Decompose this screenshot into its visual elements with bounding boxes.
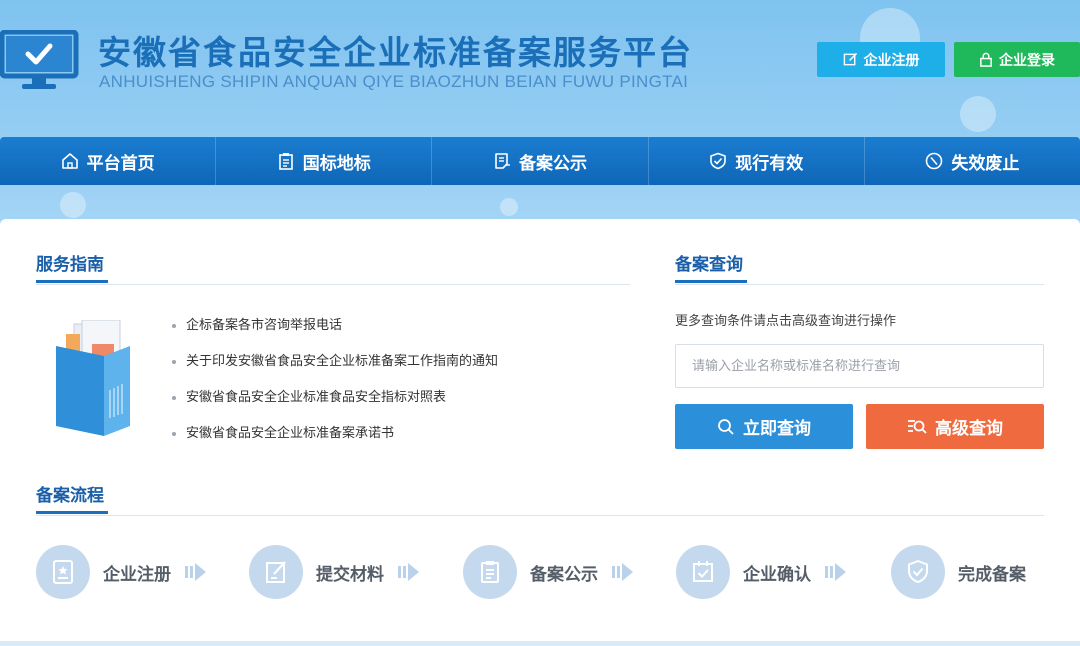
nav-item-label: 备案公示 — [519, 153, 587, 174]
clipboard-icon — [278, 153, 293, 170]
process-steps: 企业注册 提交材料 备案公示 企业确认 完成备案 — [36, 544, 1046, 600]
shield-check-icon — [908, 560, 928, 583]
filing-process-title: 备案流程 — [36, 481, 108, 514]
nav-item-home[interactable]: 平台首页 — [0, 137, 217, 185]
login-button[interactable]: 企业登录 — [954, 42, 1080, 77]
home-icon — [61, 153, 78, 169]
nav-item-filing-notice[interactable]: 备案公示 — [432, 137, 649, 185]
login-button-label: 企业登录 — [999, 52, 1055, 69]
step-arrow-icon — [612, 563, 633, 581]
search-now-button[interactable]: 立即查询 — [675, 404, 853, 449]
main-nav: 平台首页 国标地标 备案公示 现行有效 失效废止 — [0, 137, 1080, 185]
document-icon — [495, 153, 510, 169]
step-label: 备案公示 — [530, 564, 598, 585]
site-title-pinyin: ANHUISHENG SHIPIN ANQUAN QIYE BIAOZHUN B… — [99, 72, 689, 91]
filing-process-divider — [36, 515, 1044, 516]
step-icon-circle — [676, 545, 730, 599]
step-arrow-icon — [398, 563, 419, 581]
nav-item-label: 国标地标 — [302, 153, 371, 174]
step-label: 完成备案 — [958, 564, 1026, 585]
background-bokeh — [60, 192, 86, 218]
guide-link[interactable]: 安徽省食品安全企业标准食品安全指标对照表 — [172, 388, 498, 424]
advanced-search-icon — [908, 419, 927, 434]
nav-item-invalid-repealed[interactable]: 失效废止 — [865, 137, 1080, 185]
site-title: 安徽省食品安全企业标准备案服务平台 — [98, 33, 693, 72]
background-bokeh — [500, 198, 518, 216]
filing-query-title: 备案查询 — [675, 250, 747, 283]
query-hint-text: 更多查询条件请点击高级查询进行操作 — [675, 314, 897, 329]
register-button-label: 企业注册 — [863, 52, 920, 69]
step-icon-circle — [891, 545, 945, 599]
list-document-icon — [481, 561, 499, 583]
id-badge-icon — [53, 560, 73, 584]
step-icon-circle — [463, 545, 517, 599]
step-label: 提交材料 — [316, 564, 384, 585]
step-icon-circle — [249, 545, 303, 599]
shield-check-icon — [710, 152, 727, 170]
guide-link[interactable]: 企标备案各市咨询举报电话 — [172, 316, 498, 352]
step-arrow-icon — [825, 563, 846, 581]
monitor-check-logo-icon — [0, 30, 79, 89]
process-step-submit: 提交材料 — [249, 544, 419, 600]
calendar-check-icon — [693, 561, 713, 582]
search-icon — [718, 418, 734, 435]
nav-item-label: 平台首页 — [86, 153, 155, 174]
process-step-publicity: 备案公示 — [463, 544, 633, 600]
service-guide-title: 服务指南 — [36, 250, 108, 283]
search-input[interactable] — [675, 344, 1044, 388]
register-button[interactable]: 企业注册 — [817, 42, 945, 77]
process-step-confirm: 企业确认 — [676, 544, 846, 600]
guide-link[interactable]: 关于印发安徽省食品安全企业标准备案工作指南的通知 — [172, 352, 498, 388]
nav-item-label: 失效废止 — [951, 153, 1020, 174]
service-guide-list: 企标备案各市咨询举报电话 关于印发安徽省食品安全企业标准备案工作指南的通知 安徽… — [172, 316, 498, 460]
ban-icon — [926, 152, 943, 170]
step-label: 企业注册 — [103, 564, 171, 585]
process-step-complete: 完成备案 — [891, 544, 1026, 600]
lock-icon — [980, 52, 992, 67]
nav-item-currently-valid[interactable]: 现行有效 — [649, 137, 865, 185]
page-bottom-strip — [0, 641, 1080, 646]
nav-item-label: 现行有效 — [735, 153, 804, 174]
edit-document-icon — [266, 561, 286, 583]
document-folder-illustration — [56, 320, 130, 436]
advanced-search-button-label: 高级查询 — [935, 419, 1003, 439]
guide-link[interactable]: 安徽省食品安全企业标准备案承诺书 — [172, 424, 498, 460]
edit-square-icon — [843, 52, 857, 66]
service-guide-divider — [36, 284, 630, 285]
process-step-register: 企业注册 — [36, 544, 206, 600]
step-label: 企业确认 — [743, 564, 811, 585]
step-icon-circle — [36, 545, 90, 599]
advanced-search-button[interactable]: 高级查询 — [866, 404, 1044, 449]
filing-query-divider — [675, 284, 1044, 285]
step-arrow-icon — [185, 563, 206, 581]
site-header: 安徽省食品安全企业标准备案服务平台 ANHUISHENG SHIPIN ANQU… — [0, 0, 1080, 136]
search-now-button-label: 立即查询 — [743, 419, 811, 439]
nav-item-national-standards[interactable]: 国标地标 — [216, 137, 433, 185]
